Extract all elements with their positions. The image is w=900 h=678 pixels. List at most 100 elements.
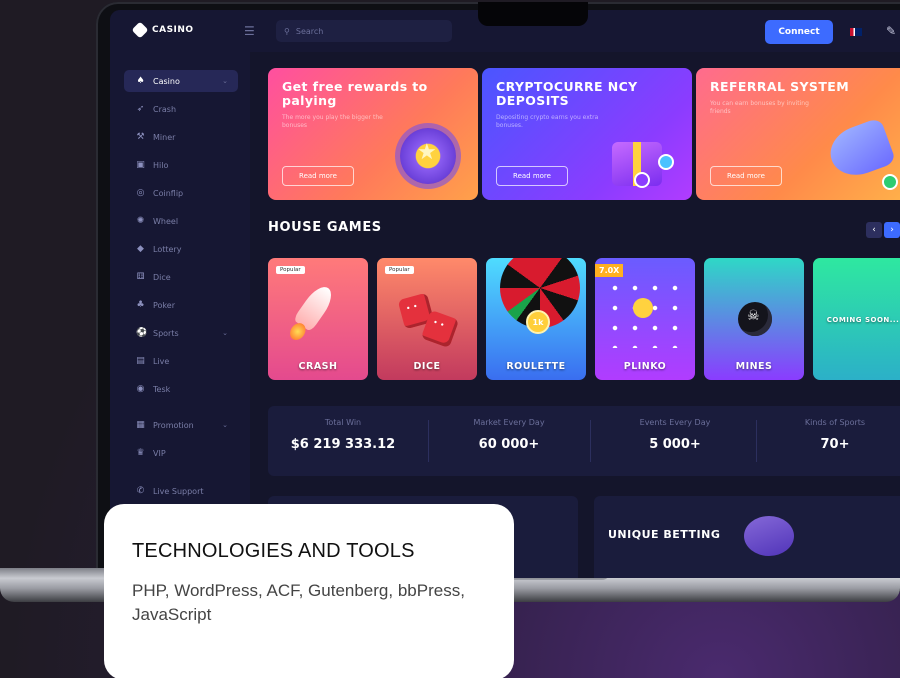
read-more-button[interactable]: Read more — [282, 166, 354, 186]
ticket-icon: ◆ — [137, 244, 144, 254]
block-title: UNIQUE BETTING — [608, 528, 721, 541]
rocket-illustration — [292, 281, 338, 333]
wheel-icon: ✺ — [136, 216, 145, 226]
sidebar: ♠ Casino ⌄ ➶ Crash ⚒ Miner ▣ Hilo ◎ Coinflip… — [110, 52, 250, 578]
sidebar-item-label: Wheel — [153, 216, 179, 226]
stat-market-every-day: Market Every Day 60 000+ — [434, 406, 584, 452]
divider — [590, 420, 591, 462]
sidebar-item-coinflip[interactable]: ◎ Coinflip — [124, 182, 238, 204]
stat-events-every-day: Events Every Day 5 000+ — [600, 406, 750, 452]
camera-notch — [478, 2, 588, 26]
sidebar-item-label: Lottery — [153, 244, 182, 254]
sidebar-item-miner[interactable]: ⚒ Miner — [124, 126, 238, 148]
sidebar-item-tesk[interactable]: ◉ Tesk — [124, 378, 238, 400]
read-more-button[interactable]: Read more — [710, 166, 782, 186]
sidebar-item-label: Hilo — [153, 160, 169, 170]
search-icon: ⚲ — [284, 26, 290, 36]
crown-icon: ♛ — [136, 448, 145, 458]
unique-betting-block: UNIQUE BETTING — [594, 496, 900, 578]
menu-toggle-icon[interactable]: ☰ — [244, 24, 255, 38]
coin-icon — [882, 174, 898, 190]
logo[interactable]: CASINO — [131, 21, 194, 39]
sidebar-item-live[interactable]: ▤ Live — [124, 350, 238, 372]
sidebar-item-label: Tesk — [153, 384, 171, 394]
chevron-down-icon: ⌄ — [222, 421, 228, 429]
dice-icon: ⚅ — [136, 272, 145, 282]
sidebar-item-hilo[interactable]: ▣ Hilo — [124, 154, 238, 176]
sidebar-item-sports[interactable]: ⚽ Sports ⌄ — [124, 322, 238, 344]
sidebar-item-label: Live — [153, 356, 170, 366]
stat-title: Market Every Day — [473, 418, 545, 427]
game-card-mines[interactable]: MINES — [704, 258, 804, 380]
game-label: MINES — [735, 361, 773, 372]
popular-badge: Popular — [276, 266, 305, 274]
sidebar-item-label: Casino — [153, 76, 180, 86]
megaphone-illustration — [823, 117, 897, 183]
gift-icon: ▦ — [136, 420, 145, 430]
sidebar-item-label: VIP — [153, 448, 166, 458]
ball-icon: ⚽ — [136, 328, 148, 338]
sidebar-item-live-support[interactable]: ✆ Live Support — [124, 480, 238, 502]
spade-icon: ♠ — [136, 76, 145, 86]
stat-value: 70+ — [820, 437, 850, 452]
chat-icon[interactable]: ✎ — [886, 24, 896, 38]
game-card-coming-soon: COMING SOON... — [813, 258, 900, 380]
club-icon: ♣ — [136, 300, 145, 310]
popular-badge: Popular — [385, 266, 414, 274]
promo-card-referral: REFERRAL SYSTEM You can earn bonuses by … — [696, 68, 900, 200]
chevron-down-icon: ⌄ — [222, 329, 228, 337]
sidebar-item-wheel[interactable]: ✺ Wheel — [124, 210, 238, 232]
game-card-roulette[interactable]: 1k ROULETTE — [486, 258, 586, 380]
card-text: PHP, WordPress, ACF, Gutenberg, bbPress,… — [132, 581, 465, 624]
sidebar-item-label: Crash — [153, 104, 177, 114]
target-icon: ◉ — [136, 384, 145, 394]
technologies-card: TECHNOLOGIES AND TOOLS PHP, WordPress, A… — [104, 504, 514, 678]
promo-card-rewards: Get free rewards to palying The more you… — [268, 68, 478, 200]
chip-illustration: 1k — [526, 310, 550, 334]
stat-total-win: Total Win $6 219 333.12 — [268, 406, 418, 452]
sidebar-item-dice[interactable]: ⚅ Dice — [124, 266, 238, 288]
coin-icon: ◎ — [136, 188, 145, 198]
language-flag-icon[interactable] — [850, 28, 862, 36]
promo-title: REFERRAL SYSTEM — [710, 79, 850, 94]
stat-title: Events Every Day — [639, 418, 711, 427]
stat-kinds-of-sports: Kinds of Sports 70+ — [760, 406, 900, 452]
sidebar-item-label: Promotion — [153, 420, 194, 430]
promo-text: You can earn bonuses by inviting friends — [710, 100, 809, 115]
logo-text: CASINO — [152, 25, 194, 35]
laptop-screen: CASINO ☰ ⚲ Search Connect ✎ ♠ Casino ⌄ ➶… — [110, 10, 900, 578]
live-icon: ▤ — [136, 356, 145, 366]
carousel-next-button[interactable]: › — [884, 222, 900, 238]
game-card-crash[interactable]: Popular CRASH — [268, 258, 368, 380]
sidebar-item-poker[interactable]: ♣ Poker — [124, 294, 238, 316]
sidebar-item-label: Sports — [153, 328, 179, 338]
sidebar-item-casino[interactable]: ♠ Casino ⌄ — [124, 70, 238, 92]
search-input[interactable]: ⚲ Search — [276, 20, 452, 42]
support-icon: ✆ — [136, 486, 145, 496]
sidebar-item-crash[interactable]: ➶ Crash — [124, 98, 238, 120]
sidebar-item-vip[interactable]: ♛ VIP — [124, 442, 238, 464]
multiplier-badge: 7.0X — [595, 264, 624, 277]
sidebar-item-lottery[interactable]: ◆ Lottery — [124, 238, 238, 260]
sidebar-item-label: Dice — [153, 272, 171, 282]
stat-title: Kinds of Sports — [804, 418, 866, 427]
sidebar-item-label: Live Support — [153, 486, 204, 496]
promo-text: Depositing crypto earns you extra bonuse… — [496, 114, 599, 129]
crypto-coin-icon — [634, 172, 650, 188]
crypto-coin-icon — [658, 154, 674, 170]
game-card-plinko[interactable]: 7.0X PLINKO — [595, 258, 695, 380]
search-placeholder: Search — [295, 26, 324, 36]
dumbbell-illustration — [744, 516, 794, 556]
bomb-illustration — [738, 302, 772, 336]
house-games-title: HOUSE GAMES — [268, 220, 382, 235]
game-label: PLINKO — [623, 361, 667, 372]
game-label: ROULETTE — [506, 361, 566, 372]
connect-button[interactable]: Connect — [765, 20, 833, 44]
stat-value: 60 000+ — [478, 437, 540, 452]
carousel-prev-button[interactable]: ‹ — [866, 222, 882, 238]
sidebar-item-label: Miner — [153, 132, 176, 142]
sidebar-item-promotion[interactable]: ▦ Promotion ⌄ — [124, 414, 238, 436]
game-card-dice[interactable]: Popular DICE — [377, 258, 477, 380]
read-more-button[interactable]: Read more — [496, 166, 568, 186]
game-label: DICE — [413, 361, 441, 372]
